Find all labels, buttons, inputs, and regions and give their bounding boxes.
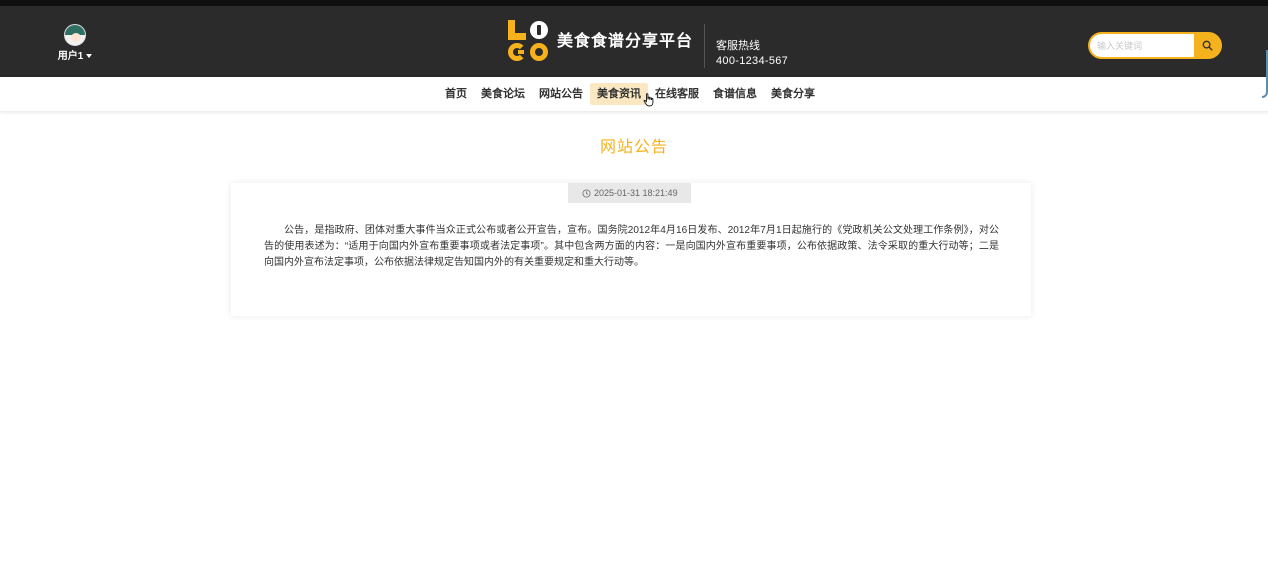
nav-item-recipes[interactable]: 食谱信息 — [706, 83, 764, 105]
hand-pointer-icon — [643, 93, 654, 107]
search-input[interactable] — [1090, 34, 1194, 57]
nav-item-food-share[interactable]: 美食分享 — [764, 83, 822, 105]
hotline: 客服热线 400-1234-567 — [716, 39, 788, 69]
nav-item-forum[interactable]: 美食论坛 — [474, 83, 532, 105]
top-header: 用户1 美食食谱分享平台 客服热线 400-1234-567 — [0, 0, 1268, 77]
nav-item-customer-service[interactable]: 在线客服 — [648, 83, 706, 105]
page-title: 网站公告 — [599, 139, 668, 156]
chevron-down-icon[interactable] — [86, 53, 93, 58]
nav-item-home[interactable]: 首页 — [438, 83, 474, 105]
hotline-label: 客服热线 — [716, 40, 760, 52]
search-box — [1088, 32, 1222, 59]
user-name[interactable]: 用户1 — [58, 47, 84, 62]
user-menu[interactable]: 用户1 — [54, 24, 96, 62]
clock-icon — [582, 188, 591, 198]
header-divider — [704, 24, 705, 68]
announcement-card: 2025-01-31 18:21:49 公告，是指政府、团体对重大事件当众正式公… — [231, 183, 1031, 316]
logo-icon[interactable] — [508, 20, 550, 62]
nav-item-news[interactable]: 美食资讯 — [590, 83, 648, 105]
timestamp: 2025-01-31 18:21:49 — [594, 188, 678, 198]
search-button[interactable] — [1194, 34, 1220, 57]
timestamp-badge: 2025-01-31 18:21:49 — [568, 183, 691, 203]
scroll-indicator — [1262, 50, 1268, 98]
announcement-content: 公告，是指政府、团体对重大事件当众正式公布或者公开宣告，宣布。国务院2012年4… — [264, 225, 999, 268]
nav-item-announcement[interactable]: 网站公告 — [532, 83, 590, 105]
main-nav: 首页 美食论坛 网站公告 美食资讯 在线客服 食谱信息 美食分享 — [0, 77, 1268, 112]
brand[interactable]: 美食食谱分享平台 — [508, 20, 693, 68]
search-icon — [1202, 40, 1213, 51]
avatar[interactable] — [64, 24, 86, 46]
hotline-number: 400-1234-567 — [716, 55, 789, 67]
site-title: 美食食谱分享平台 — [557, 33, 694, 50]
